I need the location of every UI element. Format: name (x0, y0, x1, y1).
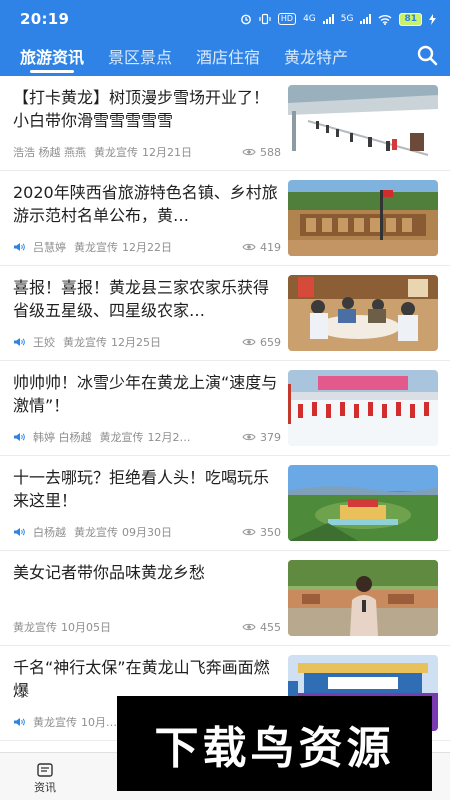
status-bar: 20:19 HD 4G 5G 81 (0, 0, 450, 38)
article-meta: 王姣 黄龙宣传 12月25日 659 (13, 334, 281, 350)
vibrate-icon (259, 13, 271, 25)
article-meta: 黄龙宣传 10月05日 455 (13, 619, 281, 635)
watermark-overlay: 下载鸟资源 (117, 696, 432, 791)
view-count: 588 (242, 146, 281, 159)
eye-icon (242, 528, 256, 536)
article-date: 12月22日 (122, 241, 172, 254)
article-list: 【打卡黄龙】树顶漫步雪场开业了！小白带你滑雪雪雪雪雪 浩浩 杨越 燕燕 黄龙宣传… (0, 76, 450, 741)
alarm-icon (240, 14, 251, 25)
article-source: 黄龙宣传 (74, 526, 118, 539)
article-date: 12月25日 (111, 336, 161, 349)
article-thumbnail-reporter[interactable] (288, 560, 438, 636)
view-count: 379 (242, 431, 281, 444)
article-source: 黄龙宣传 (33, 716, 77, 729)
nav-news-label: 资讯 (34, 781, 56, 794)
article-source: 黄龙宣传 (94, 146, 138, 159)
article-item[interactable]: 2020年陕西省旅游特色名镇、乡村旅游示范村名单公布，黄… 吕慧婷 黄龙宣传 1… (0, 171, 450, 266)
tab-hotels[interactable]: 酒店住宿 (196, 38, 260, 68)
tab-travel-news[interactable]: 旅游资讯 (20, 38, 84, 73)
eye-icon (242, 243, 256, 251)
article-thumbnail-farm-restaurant[interactable] (288, 275, 438, 351)
article-authors: 王姣 (33, 336, 55, 349)
eye-icon (242, 148, 256, 156)
view-count: 419 (242, 241, 281, 254)
article-title[interactable]: 帅帅帅！冰雪少年在黄龙上演“速度与激情”！ (13, 371, 278, 417)
category-tabs: 旅游资讯 景区景点 酒店住宿 黄龙特产 (0, 38, 450, 76)
network-5g-label: 5G (340, 14, 354, 24)
view-count-value: 419 (260, 240, 281, 254)
status-time: 20:19 (20, 10, 70, 28)
tab-specialties[interactable]: 黄龙特产 (284, 38, 348, 68)
article-meta: 浩浩 杨越 燕燕 黄龙宣传 12月21日 588 (13, 144, 281, 160)
article-date: 09月30日 (122, 526, 172, 539)
battery-indicator: 81 (399, 12, 422, 26)
view-count: 455 (242, 621, 281, 634)
view-count-value: 455 (260, 620, 281, 634)
article-date: 12月2… (147, 431, 191, 444)
article-meta: 白杨越 黄龙宣传 09月30日 350 (13, 524, 281, 540)
article-meta: 吕慧婷 黄龙宣传 12月22日 419 (13, 239, 281, 255)
article-thumbnail-ice-skating[interactable] (288, 370, 438, 446)
network-4g-label: 4G (303, 14, 316, 24)
signal-2-icon (360, 14, 372, 24)
eye-icon (242, 433, 256, 441)
nav-news[interactable]: 资讯 (15, 763, 75, 795)
article-authors: 白杨越 (33, 526, 66, 539)
article-date: 10月… (81, 716, 117, 729)
article-thumbnail-village-gate[interactable] (288, 180, 438, 256)
view-count-value: 350 (260, 525, 281, 539)
article-title[interactable]: 喜报！喜报！黄龙县三家农家乐获得省级五星级、四星级农家… (13, 276, 278, 322)
view-count-value: 588 (260, 145, 281, 159)
article-source: 黄龙宣传 (74, 241, 118, 254)
search-icon[interactable] (416, 44, 438, 66)
view-count: 350 (242, 526, 281, 539)
article-item[interactable]: 喜报！喜报！黄龙县三家农家乐获得省级五星级、四星级农家… 王姣 黄龙宣传 12月… (0, 266, 450, 361)
charging-icon (429, 13, 436, 25)
article-authors: 浩浩 杨越 燕燕 (13, 146, 86, 159)
article-source: 黄龙宣传 (13, 621, 57, 634)
article-item[interactable]: 美女记者带你品味黄龙乡愁 黄龙宣传 10月05日 455 (0, 551, 450, 646)
article-title[interactable]: 2020年陕西省旅游特色名镇、乡村旅游示范村名单公布，黄… (13, 181, 278, 227)
article-authors: 韩婷 白杨越 (33, 431, 92, 444)
article-item[interactable]: 十一去哪玩？拒绝看人头！吃喝玩乐来这里！ 白杨越 黄龙宣传 09月30日 350 (0, 456, 450, 551)
article-date: 10月05日 (61, 621, 111, 634)
article-source: 黄龙宣传 (63, 336, 107, 349)
view-count-value: 379 (260, 430, 281, 444)
view-count-value: 659 (260, 335, 281, 349)
status-icons: HD 4G 5G 81 (240, 12, 436, 26)
article-thumbnail-aerial-resort[interactable] (288, 465, 438, 541)
article-meta: 韩婷 白杨越 黄龙宣传 12月2… 379 (13, 429, 281, 445)
article-item[interactable]: 【打卡黄龙】树顶漫步雪场开业了！小白带你滑雪雪雪雪雪 浩浩 杨越 燕燕 黄龙宣传… (0, 76, 450, 171)
eye-icon (242, 623, 256, 631)
audio-speaker-icon[interactable] (13, 527, 25, 537)
article-date: 12月21日 (142, 146, 192, 159)
news-icon (37, 763, 53, 777)
audio-speaker-icon[interactable] (13, 242, 25, 252)
eye-icon (242, 338, 256, 346)
article-title[interactable]: 【打卡黄龙】树顶漫步雪场开业了！小白带你滑雪雪雪雪雪 (13, 86, 278, 132)
tab-scenic-spots[interactable]: 景区景点 (108, 38, 172, 68)
wifi-icon (379, 14, 392, 25)
signal-icon (322, 14, 334, 24)
hd-badge: HD (277, 13, 297, 25)
view-count: 659 (242, 336, 281, 349)
audio-speaker-icon[interactable] (13, 717, 25, 727)
article-source: 黄龙宣传 (99, 431, 144, 444)
article-authors: 吕慧婷 (33, 241, 66, 254)
article-item[interactable]: 帅帅帅！冰雪少年在黄龙上演“速度与激情”！ 韩婷 白杨越 黄龙宣传 12月2… … (0, 361, 450, 456)
top-header: 20:19 HD 4G 5G 81 旅游资讯 景区景点 酒店住宿 黄龙特产 (0, 0, 450, 76)
article-title[interactable]: 美女记者带你品味黄龙乡愁 (13, 561, 278, 584)
audio-speaker-icon[interactable] (13, 432, 25, 442)
article-thumbnail-ski-slope[interactable] (288, 85, 438, 161)
article-title[interactable]: 十一去哪玩？拒绝看人头！吃喝玩乐来这里！ (13, 466, 278, 512)
audio-speaker-icon[interactable] (13, 337, 25, 347)
